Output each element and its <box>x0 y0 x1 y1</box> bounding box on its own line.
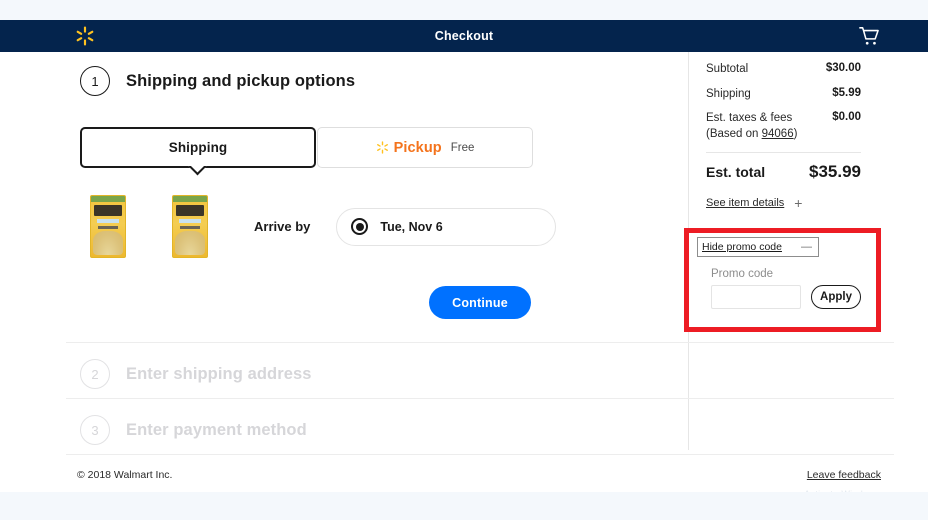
zip-code-link[interactable]: 94066 <box>762 128 794 140</box>
shipment-row: Arrive by Tue, Nov 6 <box>90 195 557 258</box>
summary-value: $0.00 <box>832 111 861 124</box>
taxes-label: Est. taxes & fees <box>706 112 793 125</box>
promo-code-section: Hide promo code — Promo code Apply <box>697 237 873 309</box>
summary-row-shipping: Shipping $5.99 <box>706 87 861 103</box>
summary-label: Shipping <box>706 87 751 100</box>
hide-promo-code-toggle[interactable]: Hide promo code — <box>697 237 819 257</box>
continue-button[interactable]: Continue <box>429 286 531 319</box>
tab-pickup[interactable]: Pickup Free <box>317 127 533 168</box>
tab-pickup-label: Pickup <box>393 139 442 156</box>
product-thumbnail[interactable] <box>172 195 208 258</box>
page-title: Checkout <box>434 29 494 43</box>
section-divider <box>66 342 894 343</box>
plus-icon: + <box>794 195 803 212</box>
summary-value: $30.00 <box>825 62 861 74</box>
step-title: Enter shipping address <box>126 364 312 383</box>
based-on-prefix: (Based on <box>706 127 762 140</box>
browser-top-strip <box>0 0 928 20</box>
step-number-badge: 2 <box>80 359 110 389</box>
step-number-badge: 1 <box>80 66 110 96</box>
step-number-badge: 3 <box>80 415 110 445</box>
product-thumbnail[interactable] <box>90 195 126 258</box>
step-payment-method[interactable]: 3 Enter payment method <box>80 415 307 445</box>
total-label: Est. total <box>706 164 766 181</box>
step-shipping-and-pickup[interactable]: 1 Shipping and pickup options <box>80 66 355 96</box>
leave-feedback-link[interactable]: Leave feedback <box>807 469 881 481</box>
spark-icon <box>376 141 389 154</box>
see-item-details-label: See item details <box>706 197 785 210</box>
apply-promo-button[interactable]: Apply <box>811 285 861 309</box>
promo-input-row: Apply <box>711 285 873 309</box>
total-value: $35.99 <box>809 162 861 182</box>
summary-value: $5.99 <box>832 86 861 99</box>
promo-code-input[interactable] <box>711 285 801 309</box>
tab-shipping-label: Shipping <box>168 140 228 155</box>
summary-divider <box>688 52 689 450</box>
summary-label: Est. taxes & fees (Based on 94066) <box>706 111 797 142</box>
hide-promo-code-label: Hide promo code <box>702 241 782 253</box>
section-divider <box>66 398 894 399</box>
order-summary: Subtotal $30.00 Shipping $5.99 Est. taxe… <box>706 62 861 210</box>
summary-row-total: Est. total $35.99 <box>706 162 861 182</box>
section-divider <box>66 454 894 455</box>
browser-bottom-strip <box>0 492 928 520</box>
tab-shipping[interactable]: Shipping <box>80 127 316 168</box>
delivery-date-option[interactable]: Tue, Nov 6 <box>336 207 557 246</box>
tab-pickup-price: Free <box>450 141 475 154</box>
site-header: Checkout <box>0 20 928 52</box>
step-title: Enter payment method <box>126 420 307 439</box>
copyright-text: © 2018 Walmart Inc. <box>77 469 173 481</box>
step-shipping-address[interactable]: 2 Enter shipping address <box>80 359 312 389</box>
summary-label: Subtotal <box>706 63 749 75</box>
minus-icon: — <box>801 240 812 253</box>
see-item-details-link[interactable]: See item details + <box>706 196 861 210</box>
summary-row-subtotal: Subtotal $30.00 <box>706 62 861 78</box>
selected-tab-caret <box>184 166 210 181</box>
summary-rule <box>706 152 861 154</box>
step-title: Shipping and pickup options <box>126 71 356 90</box>
delivery-date-label: Tue, Nov 6 <box>380 219 443 234</box>
radio-selected-icon[interactable] <box>351 218 369 235</box>
arrive-by-label: Arrive by <box>254 219 311 234</box>
based-on-suffix: ) <box>793 127 798 140</box>
shopping-cart-icon[interactable] <box>858 26 880 46</box>
checkout-page: Checkout 1 Shipping and pickup options S… <box>0 0 928 520</box>
summary-row-taxes: Est. taxes & fees (Based on 94066) $0.00 <box>706 111 861 142</box>
promo-code-label: Promo code <box>711 268 774 280</box>
